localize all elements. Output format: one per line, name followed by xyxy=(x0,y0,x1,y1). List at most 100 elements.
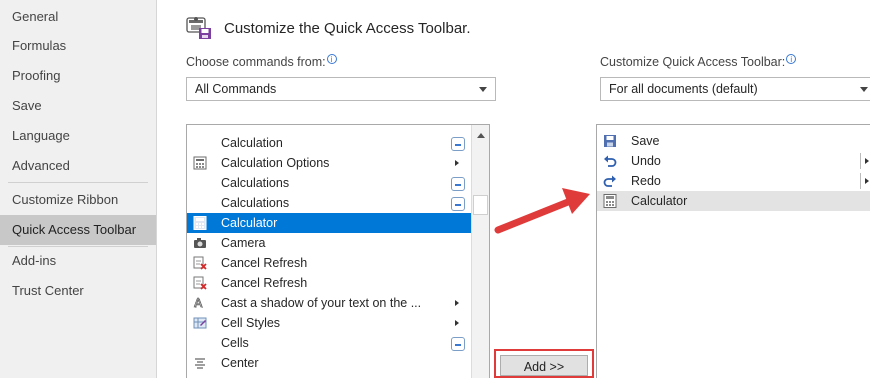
customize-qat-select[interactable]: For all documents (default) xyxy=(600,77,870,101)
nav-item-language[interactable]: Language xyxy=(0,121,156,151)
undo-icon xyxy=(604,155,617,167)
list-item-label: Cell Styles xyxy=(221,316,281,330)
svg-text:A: A xyxy=(194,296,203,310)
center-align-icon xyxy=(195,358,205,369)
submenu-arrow-icon xyxy=(455,300,459,306)
list-item-label: Redo xyxy=(631,174,661,188)
list-item-label: Calculations xyxy=(221,176,290,190)
commands-scrollbar[interactable] xyxy=(471,125,489,378)
split-divider xyxy=(860,153,861,169)
list-item-label: Calculator xyxy=(221,216,278,230)
cell-styles-icon xyxy=(193,317,207,329)
list-item-calculation[interactable]: Calculation xyxy=(187,133,471,153)
list-item-label: Calculations xyxy=(221,196,290,210)
toolbar-item-redo[interactable]: Redo xyxy=(597,171,870,191)
nav-item-label: Quick Access Toolbar xyxy=(12,222,137,237)
qat-icon xyxy=(186,17,211,39)
dropdown-indicator-icon xyxy=(451,197,465,211)
list-item-label: Camera xyxy=(221,236,266,250)
choose-commands-select[interactable]: All Commands xyxy=(186,77,496,101)
choose-commands-value: All Commands xyxy=(195,82,277,96)
list-item-label: Cancel Refresh xyxy=(221,256,308,270)
calculation-options-icon xyxy=(193,156,207,170)
list-item-calculations[interactable]: Calculations xyxy=(187,173,471,193)
split-divider xyxy=(860,173,861,189)
list-item-label: Calculator xyxy=(631,194,688,208)
chevron-down-icon xyxy=(860,87,868,92)
cancel-refresh-icon xyxy=(193,276,207,290)
annotation-arrow-icon xyxy=(494,188,590,234)
list-item-label: Save xyxy=(631,134,660,148)
page-title: Customize the Quick Access Toolbar. xyxy=(224,20,471,37)
list-item-label: Cancel Refresh xyxy=(221,276,308,290)
customize-qat-value: For all documents (default) xyxy=(609,82,758,96)
choose-commands-label-text: Choose commands from: xyxy=(186,55,326,69)
list-item-cast-shadow[interactable]: A A Cast a shadow of your text on the ..… xyxy=(187,293,471,313)
commands-list[interactable]: Calculation Calculation Options Calculat… xyxy=(186,124,490,378)
list-item-cancel-refresh[interactable]: Cancel Refresh xyxy=(187,253,471,273)
nav-item-quick-access-toolbar[interactable]: Quick Access Toolbar xyxy=(0,215,156,245)
nav-item-label: Trust Center xyxy=(12,283,84,298)
dropdown-indicator-icon xyxy=(451,337,465,351)
redo-icon xyxy=(603,175,616,187)
camera-icon xyxy=(194,238,206,248)
submenu-arrow-icon xyxy=(455,320,459,326)
submenu-arrow-icon xyxy=(865,158,869,164)
options-nav: General Formulas Proofing Save Language … xyxy=(0,0,156,378)
calculator-icon xyxy=(603,194,617,208)
submenu-arrow-icon xyxy=(455,160,459,166)
nav-item-general[interactable]: General xyxy=(0,2,156,32)
info-icon: i xyxy=(786,54,797,64)
list-item-camera[interactable]: Camera xyxy=(187,233,471,253)
list-item-cells[interactable]: Cells xyxy=(187,333,471,353)
list-item-label: Cast a shadow of your text on the ... xyxy=(221,296,422,310)
add-button[interactable]: Add >> xyxy=(500,355,588,376)
list-item-label: Center xyxy=(221,356,259,370)
list-item-label: Undo xyxy=(631,154,661,168)
pane-divider xyxy=(156,0,164,378)
nav-item-save[interactable]: Save xyxy=(0,91,156,121)
list-item-cell-styles[interactable]: Cell Styles xyxy=(187,313,471,333)
calculator-icon xyxy=(193,216,207,230)
list-item-cancel-refresh[interactable]: Cancel Refresh xyxy=(187,273,471,293)
info-icon: i xyxy=(326,54,337,64)
nav-item-advanced[interactable]: Advanced xyxy=(0,151,156,181)
list-item-label: Calculation Options xyxy=(221,156,330,170)
nav-item-trust-center[interactable]: Trust Center xyxy=(0,276,156,306)
nav-item-label: Save xyxy=(12,98,42,113)
nav-item-label: Advanced xyxy=(12,158,70,173)
nav-item-formulas[interactable]: Formulas xyxy=(0,31,156,61)
cancel-refresh-icon xyxy=(193,256,207,270)
choose-commands-label: Choose commands from: i xyxy=(186,54,337,69)
add-button-highlight: Add >> xyxy=(494,349,594,378)
list-item-calculations[interactable]: Calculations xyxy=(187,193,471,213)
nav-item-label: Formulas xyxy=(12,38,67,53)
dropdown-indicator-icon xyxy=(451,177,465,191)
list-item-calculation-options[interactable]: Calculation Options xyxy=(187,153,471,173)
dropdown-indicator-icon xyxy=(451,137,465,151)
nav-item-label: Proofing xyxy=(12,68,61,83)
nav-item-label: Customize Ribbon xyxy=(12,192,119,207)
nav-item-label: Language xyxy=(12,128,70,143)
list-item-center[interactable]: Center xyxy=(187,353,471,373)
scroll-up-icon[interactable] xyxy=(477,133,485,138)
customize-qat-label-text: Customize Quick Access Toolbar: xyxy=(600,55,786,69)
nav-item-proofing[interactable]: Proofing xyxy=(0,61,156,91)
nav-item-label: General xyxy=(12,9,59,24)
submenu-arrow-icon xyxy=(865,178,869,184)
toolbar-item-calculator[interactable]: Calculator xyxy=(597,191,870,211)
nav-item-label: Add-ins xyxy=(12,253,57,268)
nav-divider xyxy=(8,182,148,183)
chevron-down-icon xyxy=(479,87,487,92)
toolbar-list[interactable]: Save Undo Redo Calculator xyxy=(596,124,870,378)
list-item-label: Calculation xyxy=(221,136,283,150)
scroll-thumb[interactable] xyxy=(473,195,488,215)
customize-qat-label: Customize Quick Access Toolbar: i xyxy=(600,54,797,69)
text-shadow-icon: A A xyxy=(194,296,204,310)
nav-item-customize-ribbon[interactable]: Customize Ribbon xyxy=(0,185,156,215)
list-item-calculator[interactable]: Calculator xyxy=(187,213,471,233)
list-item-label: Cells xyxy=(221,336,249,350)
nav-item-add-ins[interactable]: Add-ins xyxy=(0,246,156,276)
toolbar-item-undo[interactable]: Undo xyxy=(597,151,870,171)
toolbar-item-save[interactable]: Save xyxy=(597,131,870,151)
